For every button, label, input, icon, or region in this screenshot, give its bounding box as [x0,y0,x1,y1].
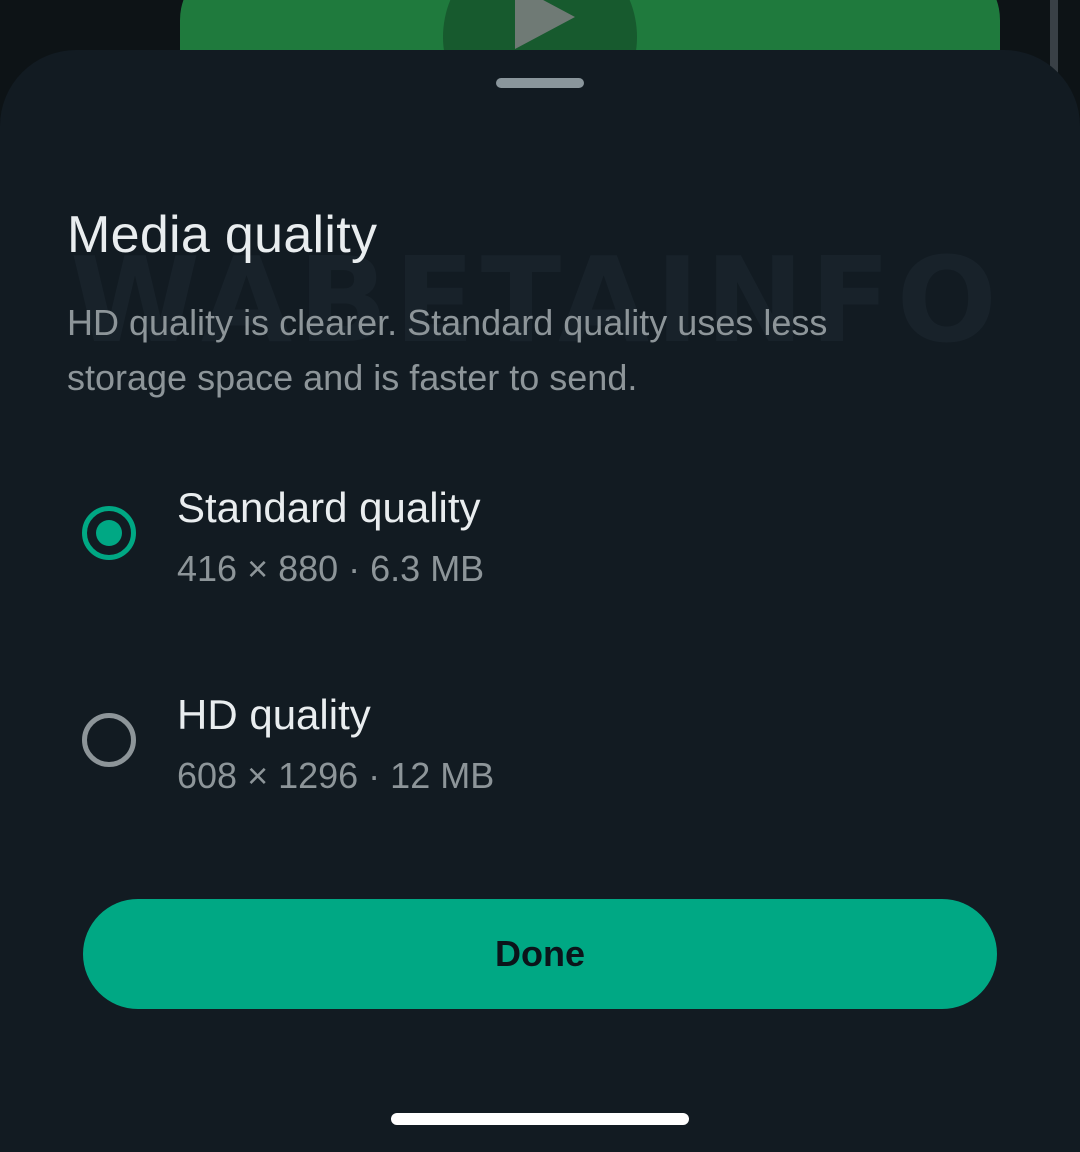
standard-quality-detail: 416 × 880 · 6.3 MB [177,548,485,589]
gesture-navigation-bar[interactable] [391,1113,689,1125]
hd-quality-radio[interactable] [82,713,136,767]
sheet-description: HD quality is clearer. Standard quality … [67,302,828,398]
hd-quality-detail: 608 × 1296 · 12 MB [177,755,495,796]
done-button[interactable]: Done [83,899,997,1009]
standard-quality-radio[interactable] [82,506,136,560]
sheet-title: Media quality [67,206,378,264]
play-icon [515,0,575,49]
standard-quality-option[interactable]: Standard quality 416 × 880 · 6.3 MB [0,468,1080,618]
standard-quality-label: Standard quality [177,484,481,531]
drag-handle[interactable] [496,78,584,88]
media-quality-bottom-sheet: WABETAINFO Media quality HD quality is c… [0,50,1080,1152]
hd-quality-option[interactable]: HD quality 608 × 1296 · 12 MB [0,675,1080,825]
hd-quality-label: HD quality [177,691,371,738]
